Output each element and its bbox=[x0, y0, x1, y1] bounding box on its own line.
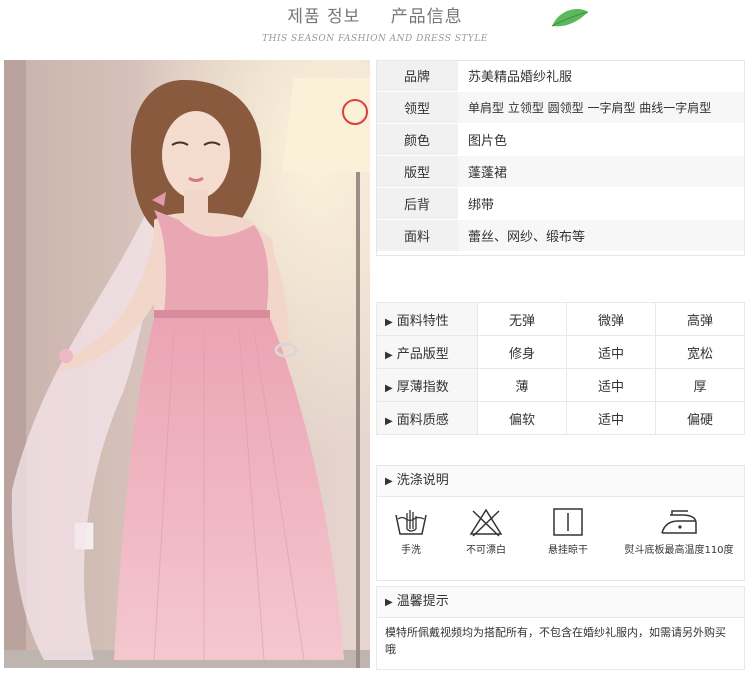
triangle-right-icon: ▶ bbox=[385, 349, 393, 361]
attr-label: ▶ 产品版型 bbox=[376, 335, 478, 369]
attr-option: 薄 bbox=[477, 368, 567, 402]
leaf-icon bbox=[551, 8, 589, 27]
info-value: 绑带 bbox=[458, 187, 745, 220]
wash-label: 手洗 bbox=[401, 545, 421, 556]
tips-heading: ▶ 温馨提示 bbox=[377, 587, 744, 618]
info-value: 苏美精品婚纱礼服 bbox=[458, 60, 745, 92]
attr-row-fit: ▶ 产品版型 修身 适中 宽松 bbox=[376, 335, 745, 369]
attr-label: ▶ 面料质感 bbox=[376, 401, 478, 435]
attr-row-elasticity: ▶ 面料特性 无弹 微弹 高弹 bbox=[376, 302, 745, 336]
triangle-right-icon: ▶ bbox=[385, 382, 393, 394]
attr-option: 微弹 bbox=[566, 302, 656, 336]
attr-option: 适中 bbox=[566, 401, 656, 435]
info-value: 蓬蓬裙 bbox=[458, 155, 745, 188]
attr-label: ▶ 厚薄指数 bbox=[376, 368, 478, 402]
no-bleach-icon bbox=[469, 508, 503, 537]
wash-label: 悬挂晾干 bbox=[548, 545, 588, 556]
wash-item-no-bleach: 不可漂白 bbox=[451, 507, 521, 556]
info-row-color: 颜色 图片色 bbox=[376, 123, 745, 156]
info-key: 品牌 bbox=[376, 60, 458, 92]
info-key: 颜色 bbox=[376, 123, 458, 156]
wash-label: 熨斗底板最高温度110度 bbox=[624, 545, 734, 556]
product-info-table: 品牌 苏美精品婚纱礼服 领型 单肩型 立领型 圆领型 一字肩型 曲线一字肩型 颜色图… bbox=[376, 60, 745, 252]
attr-option: 适中 bbox=[566, 335, 656, 369]
wash-item-hang-dry: 悬挂晾干 bbox=[533, 507, 603, 556]
attr-option: 偏软 bbox=[477, 401, 567, 435]
attr-option: 无弹 bbox=[477, 302, 567, 336]
info-value: 图片色 bbox=[458, 123, 745, 156]
wash-item-hand-wash: 手洗 bbox=[389, 507, 433, 556]
product-photo bbox=[4, 60, 370, 668]
attr-option: 宽松 bbox=[655, 335, 745, 369]
attr-option: 偏硬 bbox=[655, 401, 745, 435]
attr-option: 高弹 bbox=[655, 302, 745, 336]
attr-option: 厚 bbox=[655, 368, 745, 402]
attr-label: ▶ 面料特性 bbox=[376, 302, 478, 336]
info-key: 后背 bbox=[376, 187, 458, 220]
info-value: 单肩型 立领型 圆领型 一字肩型 曲线一字肩型 bbox=[458, 91, 745, 124]
attr-option: 修身 bbox=[477, 335, 567, 369]
info-row-fabric: 面料 蕾丝、网纱、缎布等 bbox=[376, 219, 745, 252]
triangle-right-icon: ▶ bbox=[385, 476, 393, 487]
info-key: 版型 bbox=[376, 155, 458, 188]
info-value: 蕾丝、网纱、缎布等 bbox=[458, 219, 745, 252]
wash-heading: ▶ 洗涤说明 bbox=[377, 466, 744, 497]
attr-option: 适中 bbox=[566, 368, 656, 402]
iron-icon bbox=[661, 510, 697, 534]
title-chinese: 产品信息 bbox=[390, 7, 463, 27]
triangle-right-icon: ▶ bbox=[385, 597, 393, 608]
wash-instructions: ▶ 洗涤说明 手洗 不可漂白 悬挂晾干 熨斗底板最高温度110度 bbox=[376, 465, 745, 581]
attr-row-texture: ▶ 面料质感 偏软 适中 偏硬 bbox=[376, 401, 745, 435]
info-row-brand: 品牌 苏美精品婚纱礼服 bbox=[376, 60, 745, 92]
info-row-back: 后背 绑带 bbox=[376, 187, 745, 220]
info-key: 领型 bbox=[376, 91, 458, 124]
hang-dry-icon bbox=[553, 508, 583, 536]
title-korean: 제품 정보 bbox=[287, 7, 361, 27]
info-row-fit: 版型 蓬蓬裙 bbox=[376, 155, 745, 188]
triangle-right-icon: ▶ bbox=[385, 316, 393, 328]
page-title: 제품 정보 产品信息 bbox=[0, 2, 750, 27]
tips-text: 模特所佩戴视频均为搭配所有，不包含在婚纱礼服内，如需请另外购买哦 bbox=[385, 626, 726, 656]
subtitle: THIS SEASON FASHION AND DRESS STYLE bbox=[262, 34, 488, 44]
attr-row-thickness: ▶ 厚薄指数 薄 适中 厚 bbox=[376, 368, 745, 402]
triangle-right-icon: ▶ bbox=[385, 415, 393, 427]
wash-label: 不可漂白 bbox=[466, 545, 506, 556]
info-key: 面料 bbox=[376, 219, 458, 252]
attribute-table: ▶ 面料特性 无弹 微弹 高弹 ▶ 产品版型 修身 适中 宽松 ▶ 厚薄指数 薄 适中… bbox=[376, 302, 745, 435]
wash-item-iron: 熨斗底板最高温度110度 bbox=[615, 507, 743, 556]
hand-wash-icon bbox=[395, 510, 427, 535]
tips-section: ▶ 温馨提示 模特所佩戴视频均为搭配所有，不包含在婚纱礼服内，如需请另外购买哦 bbox=[376, 586, 745, 670]
info-row-neckline: 领型 单肩型 立领型 圆领型 一字肩型 曲线一字肩型 bbox=[376, 91, 745, 124]
